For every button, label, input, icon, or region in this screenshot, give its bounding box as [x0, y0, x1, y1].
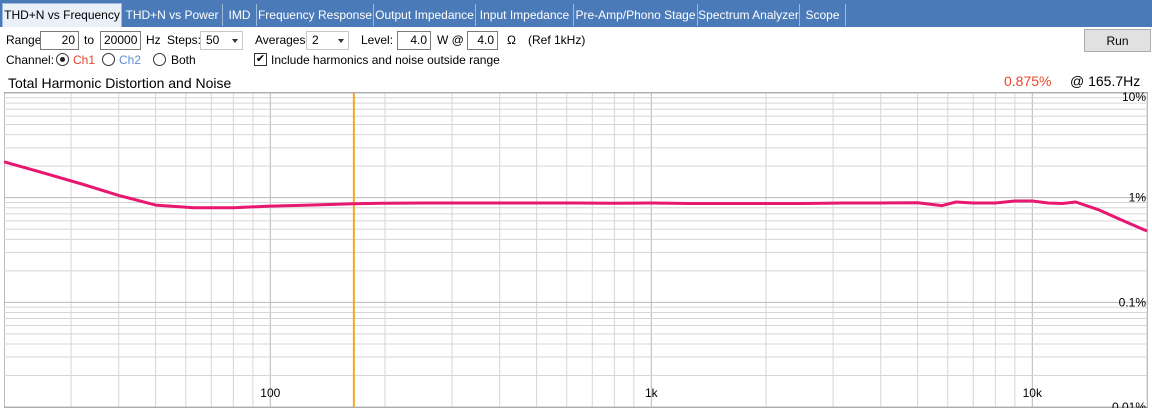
both-radio[interactable] — [153, 53, 166, 66]
tab-pre-amp-phono-stage[interactable]: Pre-Amp/Phono Stage — [574, 4, 698, 26]
hz-label: Hz — [146, 33, 161, 47]
channel-label: Channel: — [6, 53, 55, 67]
include-checkbox[interactable]: ✔ — [254, 53, 267, 66]
averages-select[interactable]: 2 — [306, 31, 349, 50]
tab-spectrum-analyzer[interactable]: Spectrum Analyzer — [698, 4, 800, 26]
tab-output-impedance[interactable]: Output Impedance — [374, 4, 476, 26]
ref-label: (Ref 1kHz) — [528, 33, 586, 47]
tab-bar: THD+N vs Frequency THD+N vs Power IMD Fr… — [0, 0, 1152, 27]
y-tick-label: 10% — [1122, 92, 1146, 104]
include-label: Include harmonics and noise outside rang… — [271, 53, 500, 67]
readout-value: 0.875% — [1004, 73, 1052, 89]
run-button[interactable]: Run — [1084, 29, 1151, 52]
tab-input-impedance[interactable]: Input Impedance — [476, 4, 574, 26]
impedance-input[interactable]: 4.0 — [467, 31, 498, 50]
steps-label: Steps: — [167, 33, 202, 47]
chevron-down-icon — [338, 39, 344, 43]
x-tick-label: 10k — [1023, 386, 1043, 400]
y-tick-label: 1% — [1129, 191, 1147, 205]
y-tick-label: 0.1% — [1119, 295, 1147, 309]
to-label: to — [84, 33, 95, 47]
tab-thd-n-vs-frequency[interactable]: THD+N vs Frequency — [2, 3, 122, 27]
chart-title: Total Harmonic Distortion and Noise — [8, 75, 232, 91]
range-label: Range: — [6, 33, 45, 47]
chevron-down-icon — [232, 39, 238, 43]
x-tick-label: 1k — [645, 386, 659, 400]
both-label[interactable]: Both — [171, 52, 196, 68]
checkmark-icon: ✔ — [255, 53, 266, 65]
steps-select[interactable]: 50 — [200, 31, 243, 50]
plot-svg[interactable]: 100 1k 10k 10% 1% 0.1% 0.01% — [4, 92, 1152, 408]
level-input[interactable]: 4.0 — [397, 31, 431, 50]
steps-value: 50 — [206, 33, 220, 47]
averages-label: Averages: — [255, 33, 309, 47]
range-to-input[interactable]: 20000 — [100, 31, 141, 50]
tab-frequency-response[interactable]: Frequency Response — [257, 4, 374, 26]
averages-value: 2 — [312, 33, 319, 47]
ch2-radio[interactable] — [102, 53, 115, 66]
y-tick-label: 0.01% — [1112, 400, 1146, 408]
tab-thd-n-vs-power[interactable]: THD+N vs Power — [122, 4, 223, 26]
x-tick-label: 100 — [260, 386, 280, 400]
tab-imd[interactable]: IMD — [223, 4, 257, 26]
ch1-label[interactable]: Ch1 — [73, 52, 95, 68]
radio-selected-icon — [60, 57, 65, 62]
plot-border — [4, 92, 1148, 408]
ch2-label[interactable]: Ch2 — [119, 52, 141, 68]
ohm-label: Ω — [507, 33, 516, 47]
ch1-radio[interactable] — [56, 53, 69, 66]
range-from-input[interactable]: 20 — [40, 31, 79, 50]
readout-frequency: @ 165.7Hz — [1070, 73, 1141, 89]
thd-plot[interactable]: 100 1k 10k 10% 1% 0.1% 0.01% — [4, 92, 1152, 408]
w-at-label: W @ — [437, 33, 464, 47]
level-label: Level: — [361, 33, 394, 47]
tab-scope[interactable]: Scope — [800, 4, 846, 26]
